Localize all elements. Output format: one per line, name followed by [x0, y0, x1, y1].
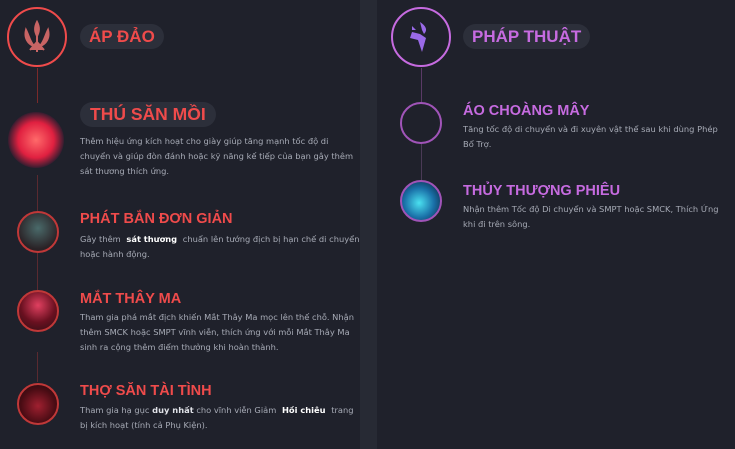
sorcery-panel: PHÁP THUẬT ÁO CHOÀNG MÂY Tăng tốc độ di … [377, 0, 735, 449]
domination-panel: ÁP ĐẢO THÚ SĂN MỒI Thêm hiệu ứng kích ho… [0, 0, 360, 449]
rune-desc: Tham gia hạ gục duy nhất cho vĩnh viễn G… [80, 405, 354, 430]
sorcery-shard-icon[interactable] [391, 7, 451, 67]
rune-desc: Nhận thêm Tốc độ Di chuyển và SMPT hoặc … [463, 204, 719, 229]
rune-name: PHÁT BẮN ĐƠN GIẢN [80, 211, 233, 227]
nimbus-cloak-icon[interactable] [400, 102, 442, 144]
tree-line [421, 144, 422, 180]
tree-line [37, 175, 38, 211]
domination-crest-icon[interactable] [7, 7, 67, 67]
rune-name: ÁO CHOÀNG MÂY [463, 103, 590, 119]
tree-name: PHÁP THUẬT [463, 24, 591, 49]
rune-name: THỦY THƯỢNG PHIÊU [463, 183, 621, 199]
cheap-shot-icon[interactable] [17, 211, 59, 253]
wolf-icon[interactable] [8, 112, 64, 168]
tree-name: ÁP ĐẢO [80, 24, 164, 49]
waterwalking-icon[interactable] [400, 180, 442, 222]
rune-desc: Gây thêm sát thương chuẩn lên tướng địch… [80, 234, 360, 259]
rune-name: MẮT THÂY MA [80, 291, 182, 307]
rune-desc: Tăng tốc độ di chuyển và đi xuyên vật th… [463, 124, 718, 149]
tree-line [421, 68, 422, 102]
rune-desc: Tham gia phá mắt địch khiến Mắt Thây Ma … [80, 312, 354, 352]
tree-line [37, 253, 38, 290]
ingenious-hunter-icon[interactable] [17, 383, 59, 425]
zombie-ward-icon[interactable] [17, 290, 59, 332]
tree-line [37, 352, 38, 382]
panel-divider [360, 0, 377, 449]
tree-line [37, 68, 38, 103]
keystone-desc: Thêm hiệu ứng kích hoạt cho giày giúp tă… [80, 136, 354, 176]
keystone-name: THÚ SĂN MỒI [80, 102, 216, 127]
rune-name: THỢ SĂN TÀI TÌNH [80, 383, 212, 399]
